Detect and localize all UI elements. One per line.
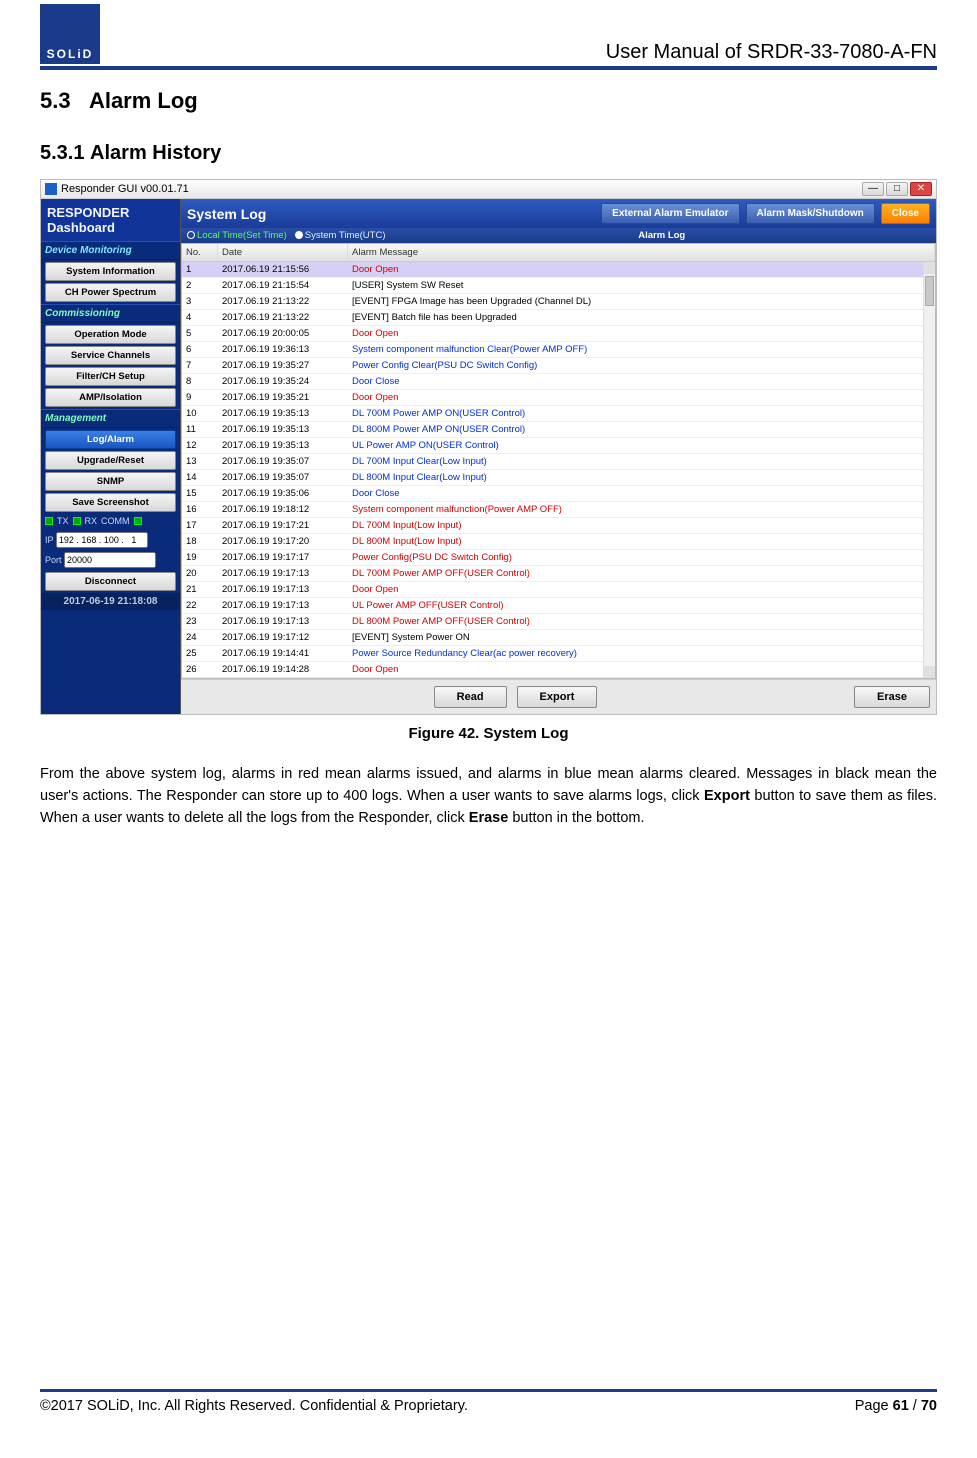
section-heading: 5.3 Alarm Log xyxy=(40,88,937,114)
table-row[interactable]: 32017.06.19 21:13:22[EVENT] FPGA Image h… xyxy=(182,294,935,310)
main-topbar: System Log External Alarm Emulator Alarm… xyxy=(181,199,936,228)
grid-action-bar: Read Export Erase xyxy=(181,679,936,714)
footer-copyright: ©2017 SOLiD, Inc. All Rights Reserved. C… xyxy=(40,1398,468,1414)
table-row[interactable]: 102017.06.19 19:35:13DL 700M Power AMP O… xyxy=(182,406,935,422)
table-row[interactable]: 192017.06.19 19:17:17Power Config(PSU DC… xyxy=(182,550,935,566)
port-label: Port xyxy=(45,555,62,565)
table-row[interactable]: 202017.06.19 19:17:13DL 700M Power AMP O… xyxy=(182,566,935,582)
table-row[interactable]: 232017.06.19 19:17:13DL 800M Power AMP O… xyxy=(182,614,935,630)
body-paragraph: From the above system log, alarms in red… xyxy=(40,764,937,829)
table-row[interactable]: 122017.06.19 19:35:13UL Power AMP ON(USE… xyxy=(182,438,935,454)
sidebar-group-device-monitoring: Device Monitoring xyxy=(41,241,180,260)
table-row[interactable]: 242017.06.19 19:17:12[EVENT] System Powe… xyxy=(182,630,935,646)
sidebar-item-ch-power-spectrum[interactable]: CH Power Spectrum xyxy=(45,283,176,302)
col-header-msg[interactable]: Alarm Message xyxy=(348,244,935,261)
export-button[interactable]: Export xyxy=(517,686,598,708)
page-footer: ©2017 SOLiD, Inc. All Rights Reserved. C… xyxy=(40,1389,937,1414)
panel-title: System Log xyxy=(187,206,266,222)
erase-button[interactable]: Erase xyxy=(854,686,930,708)
sidebar-item-operation-mode[interactable]: Operation Mode xyxy=(45,325,176,344)
document-title: User Manual of SRDR-33-7080-A-FN xyxy=(606,41,937,64)
sidebar-group-commissioning: Commissioning xyxy=(41,304,180,323)
footer-page-number: Page 61 / 70 xyxy=(855,1398,937,1414)
time-selector-bar: Local Time(Set Time) System Time(UTC) Al… xyxy=(181,228,936,243)
screenshot-figure: Responder GUI v00.01.71 — □ ✕ RESPONDER … xyxy=(40,179,937,715)
panel-close-button[interactable]: Close xyxy=(881,203,930,224)
minimize-button[interactable]: — xyxy=(862,182,884,196)
table-row[interactable]: 252017.06.19 19:14:41Power Source Redund… xyxy=(182,646,935,662)
port-input[interactable] xyxy=(64,552,156,568)
sidebar-item-log-alarm[interactable]: Log/Alarm xyxy=(45,430,176,449)
sidebar-item-filter-ch-setup[interactable]: Filter/CH Setup xyxy=(45,367,176,386)
vertical-scrollbar[interactable] xyxy=(923,262,935,678)
sidebar-item-upgrade-reset[interactable]: Upgrade/Reset xyxy=(45,451,176,470)
table-row[interactable]: 12017.06.19 21:15:56Door Open xyxy=(182,262,935,278)
utc-time-label[interactable]: System Time(UTC) xyxy=(295,230,386,241)
local-time-label[interactable]: Local Time(Set Time) xyxy=(187,230,287,241)
table-row[interactable]: 212017.06.19 19:17:13Door Open xyxy=(182,582,935,598)
table-row[interactable]: 82017.06.19 19:35:24Door Close xyxy=(182,374,935,390)
subsection-heading: 5.3.1 Alarm History xyxy=(40,142,937,165)
sidebar-item-service-channels[interactable]: Service Channels xyxy=(45,346,176,365)
ip-input[interactable] xyxy=(56,532,148,548)
external-alarm-emulator-button[interactable]: External Alarm Emulator xyxy=(601,203,739,224)
disconnect-button[interactable]: Disconnect xyxy=(45,572,176,591)
table-row[interactable]: 182017.06.19 19:17:20DL 800M Input(Low I… xyxy=(182,534,935,550)
sidebar-item-save-screenshot[interactable]: Save Screenshot xyxy=(45,493,176,512)
table-row[interactable]: 222017.06.19 19:17:13UL Power AMP OFF(US… xyxy=(182,598,935,614)
alarm-log-grid: No. Date Alarm Message 12017.06.19 21:15… xyxy=(181,243,936,679)
table-row[interactable]: 142017.06.19 19:35:07DL 800M Input Clear… xyxy=(182,470,935,486)
table-row[interactable]: 62017.06.19 19:36:13System component mal… xyxy=(182,342,935,358)
table-row[interactable]: 42017.06.19 21:13:22[EVENT] Batch file h… xyxy=(182,310,935,326)
ip-label: IP xyxy=(45,535,53,545)
sidebar-item-amp-isolation[interactable]: AMP/Isolation xyxy=(45,388,176,407)
sidebar-group-management: Management xyxy=(41,409,180,428)
table-row[interactable]: 52017.06.19 20:00:05Door Open xyxy=(182,326,935,342)
read-button[interactable]: Read xyxy=(434,686,507,708)
page-header: SOLiD User Manual of SRDR-33-7080-A-FN xyxy=(40,0,937,70)
window-close-button[interactable]: ✕ xyxy=(910,182,932,196)
sidebar-title: RESPONDER Dashboard xyxy=(41,199,180,241)
table-row[interactable]: 112017.06.19 19:35:13DL 800M Power AMP O… xyxy=(182,422,935,438)
alarm-log-label: Alarm Log xyxy=(394,230,931,241)
figure-caption: Figure 42. System Log xyxy=(40,725,937,742)
col-header-date[interactable]: Date xyxy=(218,244,348,261)
alarm-mask-shutdown-button[interactable]: Alarm Mask/Shutdown xyxy=(746,203,875,224)
sidebar: RESPONDER Dashboard Device Monitoring Sy… xyxy=(41,199,181,714)
table-row[interactable]: 162017.06.19 19:18:12System component ma… xyxy=(182,502,935,518)
led-indicators: TX RX COMM xyxy=(41,514,180,528)
table-row[interactable]: 262017.06.19 19:14:28Door Open xyxy=(182,662,935,678)
window-title: Responder GUI v00.01.71 xyxy=(61,183,189,195)
table-row[interactable]: 92017.06.19 19:35:21Door Open xyxy=(182,390,935,406)
sidebar-item-system-information[interactable]: System Information xyxy=(45,262,176,281)
col-header-no[interactable]: No. xyxy=(182,244,218,261)
solid-logo: SOLiD xyxy=(40,4,100,64)
sidebar-item-snmp[interactable]: SNMP xyxy=(45,472,176,491)
window-titlebar: Responder GUI v00.01.71 — □ ✕ xyxy=(41,180,936,199)
sidebar-timestamp: 2017-06-19 21:18:08 xyxy=(41,593,180,610)
table-row[interactable]: 172017.06.19 19:17:21DL 700M Input(Low I… xyxy=(182,518,935,534)
table-row[interactable]: 152017.06.19 19:35:06Door Close xyxy=(182,486,935,502)
app-icon xyxy=(45,183,57,195)
table-row[interactable]: 132017.06.19 19:35:07DL 700M Input Clear… xyxy=(182,454,935,470)
table-row[interactable]: 72017.06.19 19:35:27Power Config Clear(P… xyxy=(182,358,935,374)
maximize-button[interactable]: □ xyxy=(886,182,908,196)
table-row[interactable]: 22017.06.19 21:15:54[USER] System SW Res… xyxy=(182,278,935,294)
